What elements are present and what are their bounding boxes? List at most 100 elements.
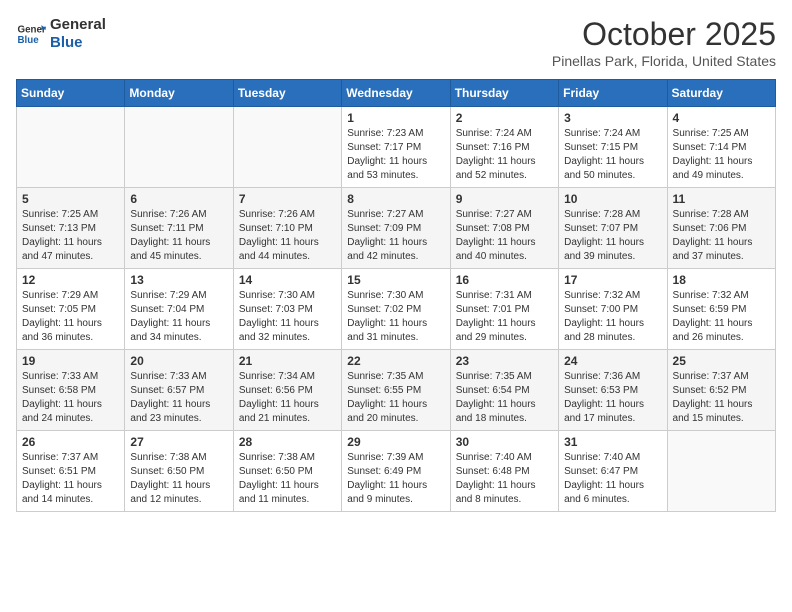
day-info: Sunrise: 7:29 AMSunset: 7:04 PMDaylight:… (130, 289, 227, 345)
calendar-header: Sunday Monday Tuesday Wednesday Thursday… (17, 80, 776, 107)
day-info: Sunrise: 7:24 AMSunset: 7:16 PMDaylight:… (456, 127, 553, 183)
day-number: 9 (456, 192, 553, 206)
day-number: 18 (673, 273, 770, 287)
day-info: Sunrise: 7:28 AMSunset: 7:07 PMDaylight:… (564, 208, 661, 264)
day-number: 6 (130, 192, 227, 206)
day-number: 3 (564, 111, 661, 125)
calendar-cell-w2-d2: 6 Sunrise: 7:26 AMSunset: 7:11 PMDaylight… (125, 188, 233, 269)
day-number: 15 (347, 273, 444, 287)
day-number: 11 (673, 192, 770, 206)
col-sunday: Sunday (17, 80, 125, 107)
title-block: October 2025 Pinellas Park, Florida, Uni… (552, 16, 776, 69)
calendar-cell-w4-d2: 20 Sunrise: 7:33 AMSunset: 6:57 PMDayligh… (125, 350, 233, 431)
day-info: Sunrise: 7:37 AMSunset: 6:52 PMDaylight:… (673, 370, 770, 426)
day-info: Sunrise: 7:33 AMSunset: 6:57 PMDaylight:… (130, 370, 227, 426)
calendar-cell-w3-d4: 15 Sunrise: 7:30 AMSunset: 7:02 PMDayligh… (342, 269, 450, 350)
day-info: Sunrise: 7:35 AMSunset: 6:54 PMDaylight:… (456, 370, 553, 426)
day-number: 4 (673, 111, 770, 125)
calendar-cell-w5-d6: 31 Sunrise: 7:40 AMSunset: 6:47 PMDayligh… (559, 431, 667, 512)
calendar-cell-w3-d2: 13 Sunrise: 7:29 AMSunset: 7:04 PMDayligh… (125, 269, 233, 350)
calendar-week-1: 1Sunrise: 7:23 AMSunset: 7:17 PMDaylight… (17, 107, 776, 188)
calendar-cell-w2-d5: 9 Sunrise: 7:27 AMSunset: 7:08 PMDaylight… (450, 188, 558, 269)
col-friday: Friday (559, 80, 667, 107)
day-info: Sunrise: 7:28 AMSunset: 7:06 PMDaylight:… (673, 208, 770, 264)
month-title: October 2025 (552, 16, 776, 53)
day-info: Sunrise: 7:25 AMSunset: 7:14 PMDaylight:… (673, 127, 770, 183)
calendar-week-5: 26 Sunrise: 7:37 AMSunset: 6:51 PMDayligh… (17, 431, 776, 512)
calendar-cell-w2-d1: 5Sunrise: 7:25 AMSunset: 7:13 PMDaylight… (17, 188, 125, 269)
calendar-cell-w4-d6: 24 Sunrise: 7:36 AMSunset: 6:53 PMDayligh… (559, 350, 667, 431)
day-info: Sunrise: 7:30 AMSunset: 7:03 PMDaylight:… (239, 289, 336, 345)
calendar-cell-w5-d1: 26 Sunrise: 7:37 AMSunset: 6:51 PMDayligh… (17, 431, 125, 512)
calendar-cell-w1-d4: 1Sunrise: 7:23 AMSunset: 7:17 PMDaylight… (342, 107, 450, 188)
day-number: 1 (347, 111, 444, 125)
day-number: 24 (564, 354, 661, 368)
day-info: Sunrise: 7:33 AMSunset: 6:58 PMDaylight:… (22, 370, 119, 426)
day-number: 13 (130, 273, 227, 287)
page-header: General Blue General Blue October 2025 P… (16, 16, 776, 69)
day-info: Sunrise: 7:38 AMSunset: 6:50 PMDaylight:… (239, 451, 336, 507)
col-thursday: Thursday (450, 80, 558, 107)
day-info: Sunrise: 7:30 AMSunset: 7:02 PMDaylight:… (347, 289, 444, 345)
day-info: Sunrise: 7:36 AMSunset: 6:53 PMDaylight:… (564, 370, 661, 426)
col-monday: Monday (125, 80, 233, 107)
day-info: Sunrise: 7:39 AMSunset: 6:49 PMDaylight:… (347, 451, 444, 507)
day-number: 14 (239, 273, 336, 287)
day-number: 31 (564, 435, 661, 449)
day-info: Sunrise: 7:32 AMSunset: 7:00 PMDaylight:… (564, 289, 661, 345)
calendar-cell-w1-d3 (233, 107, 341, 188)
day-number: 8 (347, 192, 444, 206)
day-number: 10 (564, 192, 661, 206)
calendar-cell-w2-d7: 11 Sunrise: 7:28 AMSunset: 7:06 PMDayligh… (667, 188, 775, 269)
day-info: Sunrise: 7:31 AMSunset: 7:01 PMDaylight:… (456, 289, 553, 345)
calendar-cell-w3-d6: 17Sunrise: 7:32 AMSunset: 7:00 PMDayligh… (559, 269, 667, 350)
col-tuesday: Tuesday (233, 80, 341, 107)
calendar-cell-w5-d4: 29Sunrise: 7:39 AMSunset: 6:49 PMDayligh… (342, 431, 450, 512)
day-number: 25 (673, 354, 770, 368)
location-subtitle: Pinellas Park, Florida, United States (552, 53, 776, 69)
calendar-cell-w1-d5: 2 Sunrise: 7:24 AMSunset: 7:16 PMDaylight… (450, 107, 558, 188)
calendar-week-3: 12Sunrise: 7:29 AMSunset: 7:05 PMDayligh… (17, 269, 776, 350)
day-info: Sunrise: 7:24 AMSunset: 7:15 PMDaylight:… (564, 127, 661, 183)
day-number: 20 (130, 354, 227, 368)
day-number: 27 (130, 435, 227, 449)
calendar-body: 1Sunrise: 7:23 AMSunset: 7:17 PMDaylight… (17, 107, 776, 512)
day-info: Sunrise: 7:35 AMSunset: 6:55 PMDaylight:… (347, 370, 444, 426)
calendar-cell-w3-d5: 16 Sunrise: 7:31 AMSunset: 7:01 PMDayligh… (450, 269, 558, 350)
logo-general-text: General (50, 16, 106, 34)
calendar-cell-w4-d4: 22 Sunrise: 7:35 AMSunset: 6:55 PMDayligh… (342, 350, 450, 431)
day-info: Sunrise: 7:37 AMSunset: 6:51 PMDaylight:… (22, 451, 119, 507)
day-number: 22 (347, 354, 444, 368)
weekday-header-row: Sunday Monday Tuesday Wednesday Thursday… (17, 80, 776, 107)
calendar-cell-w2-d6: 10 Sunrise: 7:28 AMSunset: 7:07 PMDayligh… (559, 188, 667, 269)
col-wednesday: Wednesday (342, 80, 450, 107)
day-number: 2 (456, 111, 553, 125)
day-info: Sunrise: 7:26 AMSunset: 7:11 PMDaylight:… (130, 208, 227, 264)
day-info: Sunrise: 7:25 AMSunset: 7:13 PMDaylight:… (22, 208, 119, 264)
day-info: Sunrise: 7:38 AMSunset: 6:50 PMDaylight:… (130, 451, 227, 507)
logo: General Blue General Blue (16, 16, 106, 52)
calendar-week-4: 19 Sunrise: 7:33 AMSunset: 6:58 PMDayligh… (17, 350, 776, 431)
calendar-cell-w2-d3: 7Sunrise: 7:26 AMSunset: 7:10 PMDaylight… (233, 188, 341, 269)
calendar-cell-w2-d4: 8Sunrise: 7:27 AMSunset: 7:09 PMDaylight… (342, 188, 450, 269)
calendar-cell-w5-d7 (667, 431, 775, 512)
logo-blue-text: Blue (50, 34, 106, 52)
day-number: 23 (456, 354, 553, 368)
day-info: Sunrise: 7:40 AMSunset: 6:47 PMDaylight:… (564, 451, 661, 507)
calendar-cell-w3-d1: 12Sunrise: 7:29 AMSunset: 7:05 PMDayligh… (17, 269, 125, 350)
calendar-cell-w5-d5: 30Sunrise: 7:40 AMSunset: 6:48 PMDayligh… (450, 431, 558, 512)
calendar-cell-w5-d2: 27 Sunrise: 7:38 AMSunset: 6:50 PMDayligh… (125, 431, 233, 512)
calendar-table: Sunday Monday Tuesday Wednesday Thursday… (16, 79, 776, 512)
day-number: 16 (456, 273, 553, 287)
calendar-cell-w4-d1: 19 Sunrise: 7:33 AMSunset: 6:58 PMDayligh… (17, 350, 125, 431)
calendar-cell-w4-d3: 21Sunrise: 7:34 AMSunset: 6:56 PMDayligh… (233, 350, 341, 431)
day-number: 19 (22, 354, 119, 368)
day-info: Sunrise: 7:34 AMSunset: 6:56 PMDaylight:… (239, 370, 336, 426)
day-number: 12 (22, 273, 119, 287)
page-container: General Blue General Blue October 2025 P… (0, 0, 792, 522)
col-saturday: Saturday (667, 80, 775, 107)
day-number: 26 (22, 435, 119, 449)
day-info: Sunrise: 7:27 AMSunset: 7:08 PMDaylight:… (456, 208, 553, 264)
calendar-cell-w4-d5: 23 Sunrise: 7:35 AMSunset: 6:54 PMDayligh… (450, 350, 558, 431)
calendar-week-2: 5Sunrise: 7:25 AMSunset: 7:13 PMDaylight… (17, 188, 776, 269)
